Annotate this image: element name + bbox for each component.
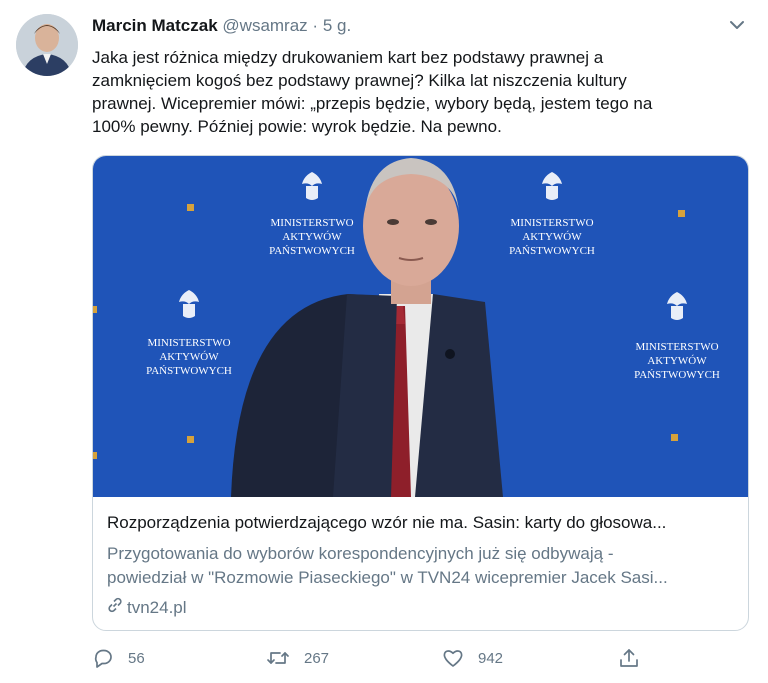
svg-text:PAŃSTWOWYCH: PAŃSTWOWYCH: [269, 245, 355, 257]
like-icon: [442, 647, 464, 669]
tweet-text-line: prawnej. Wicepremier mówi: „przepis będz…: [92, 94, 653, 113]
card-description-line: powiedział w "Rozmowie Piaseckiego" w TV…: [107, 568, 668, 587]
retweet-button[interactable]: 267: [266, 645, 329, 671]
like-button[interactable]: 942: [442, 645, 503, 671]
tweet-text-line: Jaka jest różnica między drukowaniem kar…: [92, 48, 604, 67]
svg-text:PAŃSTWOWYCH: PAŃSTWOWYCH: [634, 369, 720, 381]
retweet-count: 267: [304, 649, 330, 667]
share-button[interactable]: [618, 645, 640, 671]
svg-text:MINISTERSTWO: MINISTERSTWO: [635, 341, 718, 353]
svg-text:MINISTERSTWO: MINISTERSTWO: [510, 217, 593, 229]
svg-text:AKTYWÓW: AKTYWÓW: [647, 355, 707, 367]
card-image: MINISTERSTWO AKTYWÓW PAŃSTWOWYCH MINISTE…: [93, 156, 748, 497]
link-icon: [107, 597, 123, 618]
tweet-time[interactable]: 5 g.: [323, 16, 351, 35]
link-card[interactable]: MINISTERSTWO AKTYWÓW PAŃSTWOWYCH MINISTE…: [92, 155, 749, 631]
avatar-image: [16, 14, 78, 76]
share-icon: [618, 647, 640, 669]
card-domain-text: tvn24.pl: [127, 597, 187, 617]
author-handle[interactable]: @wsamraz: [222, 16, 307, 35]
svg-text:PAŃSTWOWYCH: PAŃSTWOWYCH: [146, 365, 232, 377]
tweet-text-line: zamknięciem kogoś bez podstawy prawnej? …: [92, 71, 627, 90]
card-description: Przygotowania do wyborów korespondencyjn…: [107, 542, 735, 590]
author-name[interactable]: Marcin Matczak: [92, 16, 218, 35]
svg-text:AKTYWÓW: AKTYWÓW: [522, 231, 582, 243]
reply-count: 56: [128, 649, 145, 667]
tweet-actions: 56 267 942: [92, 645, 652, 671]
svg-text:AKTYWÓW: AKTYWÓW: [159, 351, 219, 363]
svg-text:AKTYWÓW: AKTYWÓW: [282, 231, 342, 243]
card-title: Rozporządzenia potwierdzającego wzór nie…: [107, 513, 667, 532]
chevron-down-icon[interactable]: [726, 14, 748, 36]
retweet-icon: [266, 647, 290, 669]
separator-dot: ·: [312, 16, 319, 35]
svg-text:PAŃSTWOWYCH: PAŃSTWOWYCH: [509, 245, 595, 257]
card-description-line: Przygotowania do wyborów korespondencyjn…: [107, 544, 614, 563]
card-domain: tvn24.pl: [107, 597, 187, 618]
tweet-header: Marcin Matczak @wsamraz · 5 g.: [92, 16, 748, 38]
tweet-text: Jaka jest różnica między drukowaniem kar…: [92, 46, 742, 138]
avatar[interactable]: [16, 14, 78, 76]
svg-text:MINISTERSTWO: MINISTERSTWO: [147, 337, 230, 349]
svg-text:MINISTERSTWO: MINISTERSTWO: [270, 217, 353, 229]
reply-button[interactable]: 56: [92, 645, 145, 671]
reply-icon: [92, 647, 114, 669]
like-count: 942: [478, 649, 504, 667]
tweet-text-line: 100% pewny. Później powie: wyrok będzie.…: [92, 117, 502, 136]
